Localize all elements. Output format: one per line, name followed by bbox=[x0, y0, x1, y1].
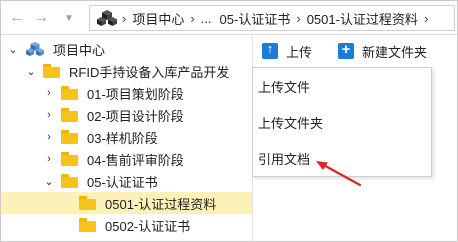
project-icon bbox=[26, 41, 44, 57]
tree-item-label: 项目中心 bbox=[53, 42, 106, 58]
upload-icon bbox=[262, 41, 278, 59]
tree-item-label: 05-认证证书 bbox=[87, 174, 158, 190]
chevron-right-icon[interactable]: › bbox=[43, 109, 55, 121]
chevron-down-icon[interactable]: ⌄ bbox=[7, 43, 19, 56]
chevron-right-icon[interactable]: › bbox=[43, 87, 55, 99]
tree-item-label: 03-样机阶段 bbox=[87, 130, 158, 146]
folder-icon bbox=[61, 174, 79, 188]
new-folder-button[interactable]: 新建文件夹 bbox=[334, 39, 431, 63]
folder-icon bbox=[61, 108, 79, 122]
folder-icon bbox=[79, 218, 97, 232]
breadcrumb-item[interactable]: 项目中心 bbox=[130, 9, 186, 28]
folder-tree: ⌄ 项目中心 ⌄ RFID手持设备入库产品开发 › 01-项目策划阶段 › 02… bbox=[1, 36, 253, 241]
breadcrumb-item-current[interactable]: 0501-认证过程资料 bbox=[305, 9, 420, 28]
folder-icon bbox=[43, 64, 61, 78]
tree-item-rfid-project[interactable]: ⌄ RFID手持设备入库产品开发 bbox=[1, 60, 252, 82]
tree-item-project-center[interactable]: ⌄ 项目中心 bbox=[1, 38, 252, 60]
tree-item-stage-03[interactable]: › 03-样机阶段 bbox=[1, 126, 252, 148]
back-button[interactable]: ← bbox=[7, 9, 27, 27]
breadcrumb-separator: › bbox=[296, 10, 301, 26]
upload-button[interactable]: 上传 bbox=[258, 39, 316, 63]
folder-icon bbox=[61, 130, 79, 144]
breadcrumb-ellipsis[interactable]: ... bbox=[199, 11, 214, 26]
tree-item-label: 02-项目设计阶段 bbox=[87, 108, 184, 124]
tree-item-0501-selected[interactable]: 0501-认证过程资料 bbox=[1, 192, 252, 214]
tree-item-label: RFID手持设备入库产品开发 bbox=[69, 64, 230, 80]
tree-item-label: 04-售前评审阶段 bbox=[87, 152, 184, 168]
folder-icon bbox=[61, 152, 79, 166]
tree-item-label: 01-项目策划阶段 bbox=[87, 86, 184, 102]
arrow-right-icon: → bbox=[33, 9, 49, 26]
upload-button-label: 上传 bbox=[286, 44, 313, 60]
breadcrumb-separator: › bbox=[190, 10, 195, 26]
file-toolbar: 上传 新建文件夹 bbox=[254, 36, 457, 66]
address-bar: ← → ▼ › 项目中心 › ... 05-认证证书 › 0501-认证过程资料… bbox=[1, 1, 457, 35]
add-folder-icon bbox=[338, 41, 355, 59]
chevron-down-icon[interactable]: ⌄ bbox=[43, 175, 55, 188]
arrow-left-icon: ← bbox=[9, 9, 25, 26]
menu-item-upload-folder[interactable]: 上传文件夹 bbox=[253, 106, 431, 142]
folder-icon bbox=[61, 86, 79, 100]
breadcrumb-separator: › bbox=[423, 10, 429, 26]
tree-item-stage-05[interactable]: ⌄ 05-认证证书 bbox=[1, 170, 252, 192]
tree-item-0502[interactable]: 0502-认证证书 bbox=[1, 214, 252, 236]
tree-item-label: 0501-认证过程资料 bbox=[105, 196, 217, 212]
folder-icon bbox=[79, 196, 97, 210]
chevron-down-icon[interactable]: ⌄ bbox=[25, 65, 37, 78]
menu-item-upload-file[interactable]: 上传文件 bbox=[253, 70, 431, 106]
breadcrumb-separator: › bbox=[122, 10, 127, 26]
chevron-right-icon[interactable]: › bbox=[43, 131, 55, 143]
breadcrumb: › 项目中心 › ... 05-认证证书 › 0501-认证过程资料 › bbox=[89, 5, 455, 31]
project-icon bbox=[97, 10, 117, 26]
chevron-right-icon[interactable]: › bbox=[43, 153, 55, 165]
tree-item-stage-04[interactable]: › 04-售前评审阶段 bbox=[1, 148, 252, 170]
forward-button[interactable]: → bbox=[31, 9, 51, 27]
annotation-arrow-icon bbox=[316, 161, 362, 187]
history-dropdown-button[interactable]: ▼ bbox=[59, 10, 79, 28]
tree-item-label: 0502-认证证书 bbox=[105, 218, 191, 234]
tree-item-stage-02[interactable]: › 02-项目设计阶段 bbox=[1, 104, 252, 126]
new-folder-button-label: 新建文件夹 bbox=[362, 44, 428, 60]
chevron-down-icon: ▼ bbox=[64, 13, 74, 24]
tree-item-stage-01[interactable]: › 01-项目策划阶段 bbox=[1, 82, 252, 104]
breadcrumb-item[interactable]: 05-认证证书 bbox=[214, 9, 293, 28]
